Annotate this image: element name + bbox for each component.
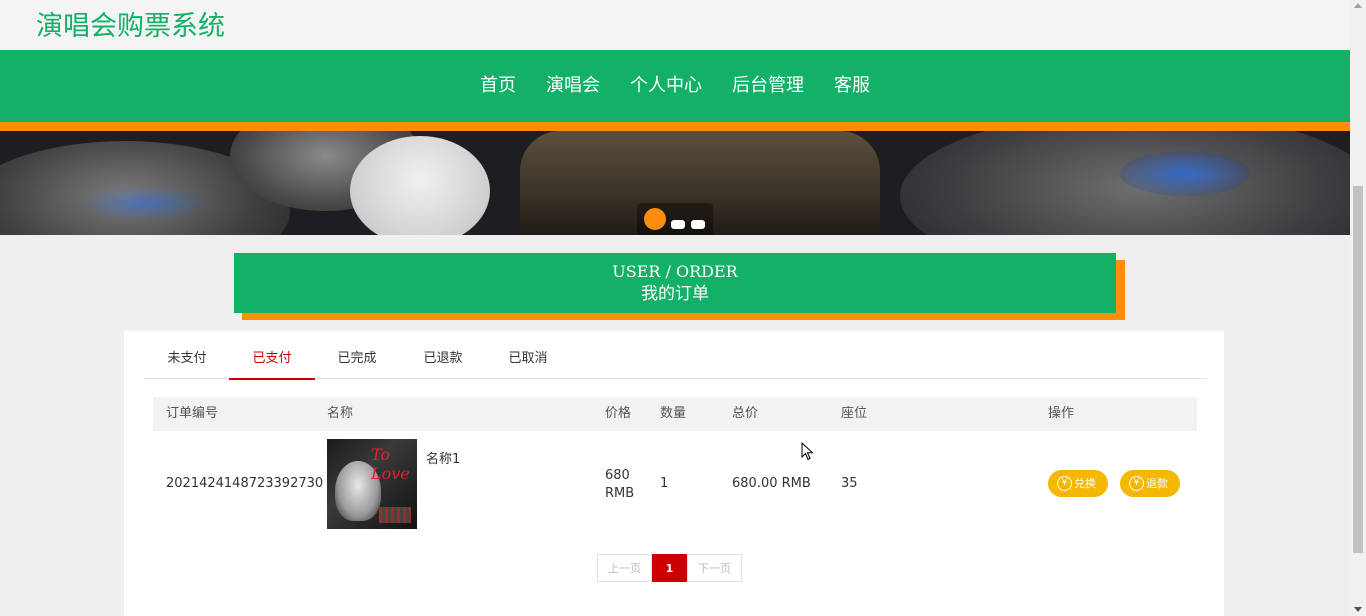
yen-icon: ¥	[1129, 476, 1144, 491]
section-header: USER / ORDER 我的订单	[234, 253, 1116, 313]
refund-button-label: 退款	[1146, 477, 1168, 490]
header-price: 价格	[605, 406, 632, 421]
next-page-button[interactable]: 下一页	[687, 554, 742, 582]
page-1-button[interactable]: 1	[652, 554, 687, 582]
scroll-up-arrow-icon[interactable]	[1354, 3, 1362, 8]
order-status-tabs: 未支付 已支付 已完成 已退款 已取消	[144, 331, 1207, 380]
scroll-down-arrow-icon[interactable]	[1354, 607, 1362, 612]
mouse-cursor-icon	[801, 442, 814, 461]
carousel-dot-active[interactable]	[644, 208, 666, 230]
carousel-dot[interactable]	[691, 220, 705, 229]
nav-menu: 首页 演唱会 个人中心 后台管理 客服	[0, 50, 1350, 122]
pagination: 上一页 1 下一页	[597, 554, 742, 582]
order-number: 2021424148723392730	[166, 476, 324, 491]
orders-panel: 未支付 已支付 已完成 已退款 已取消 订单编号 名称 价格 数量 总价 座位 …	[124, 331, 1224, 616]
tab-completed[interactable]: 已完成	[314, 331, 400, 379]
site-title[interactable]: 演唱会购票系统	[36, 4, 225, 43]
nav-item-home[interactable]: 首页	[465, 50, 531, 122]
header-name: 名称	[327, 406, 354, 421]
tab-refunded[interactable]: 已退款	[400, 331, 486, 379]
poster-logo: To Love	[371, 445, 410, 483]
concert-poster-image[interactable]: To Love	[327, 439, 417, 529]
cymbal-shape	[900, 131, 1350, 235]
poster-detail	[379, 507, 411, 523]
section-title-cn: 我的订单	[641, 284, 709, 304]
hero-banner-image	[0, 131, 1350, 235]
carousel-dot[interactable]	[671, 220, 685, 229]
exchange-button-label: 兑换	[1074, 477, 1096, 490]
nav-item-concerts[interactable]: 演唱会	[531, 50, 615, 122]
price-value: 680	[605, 468, 630, 483]
prev-page-button[interactable]: 上一页	[597, 554, 652, 582]
scroll-thumb[interactable]	[1353, 186, 1363, 553]
price: 680 RMB	[605, 467, 634, 503]
nav-item-admin[interactable]: 后台管理	[717, 50, 819, 122]
price-unit: RMB	[605, 486, 635, 501]
nav-item-personal-center[interactable]: 个人中心	[615, 50, 717, 122]
table-row: 2021424148723392730 To Love 名称1 680 RMB …	[153, 431, 1197, 536]
refund-button[interactable]: ¥ 退款	[1120, 470, 1180, 497]
section-title-en: USER / ORDER	[612, 262, 738, 281]
header-actions: 操作	[1048, 406, 1075, 421]
total-price: 680.00 RMB	[732, 476, 811, 491]
nav-item-customer-service[interactable]: 客服	[819, 50, 885, 122]
tab-unpaid[interactable]: 未支付	[144, 331, 230, 379]
exchange-button[interactable]: ¥ 兑换	[1048, 470, 1108, 497]
blue-light	[1120, 151, 1250, 196]
tab-cancelled[interactable]: 已取消	[485, 331, 571, 379]
yen-icon: ¥	[1057, 476, 1072, 491]
main-navbar: 首页 演唱会 个人中心 后台管理 客服	[0, 50, 1350, 131]
table-header: 订单编号 名称 价格 数量 总价 座位 操作	[153, 397, 1197, 431]
top-bar: 演唱会购票系统	[0, 0, 1350, 50]
tab-paid[interactable]: 已支付	[229, 331, 315, 380]
quantity: 1	[660, 476, 669, 491]
header-quantity: 数量	[660, 406, 687, 421]
header-total: 总价	[732, 406, 759, 421]
blue-light	[80, 186, 210, 221]
drum-shape	[350, 136, 490, 235]
seat: 35	[841, 476, 858, 491]
concert-name[interactable]: 名称1	[426, 448, 460, 467]
header-seat: 座位	[841, 406, 868, 421]
header-order-no: 订单编号	[166, 406, 219, 421]
vertical-scrollbar[interactable]	[1350, 0, 1366, 616]
